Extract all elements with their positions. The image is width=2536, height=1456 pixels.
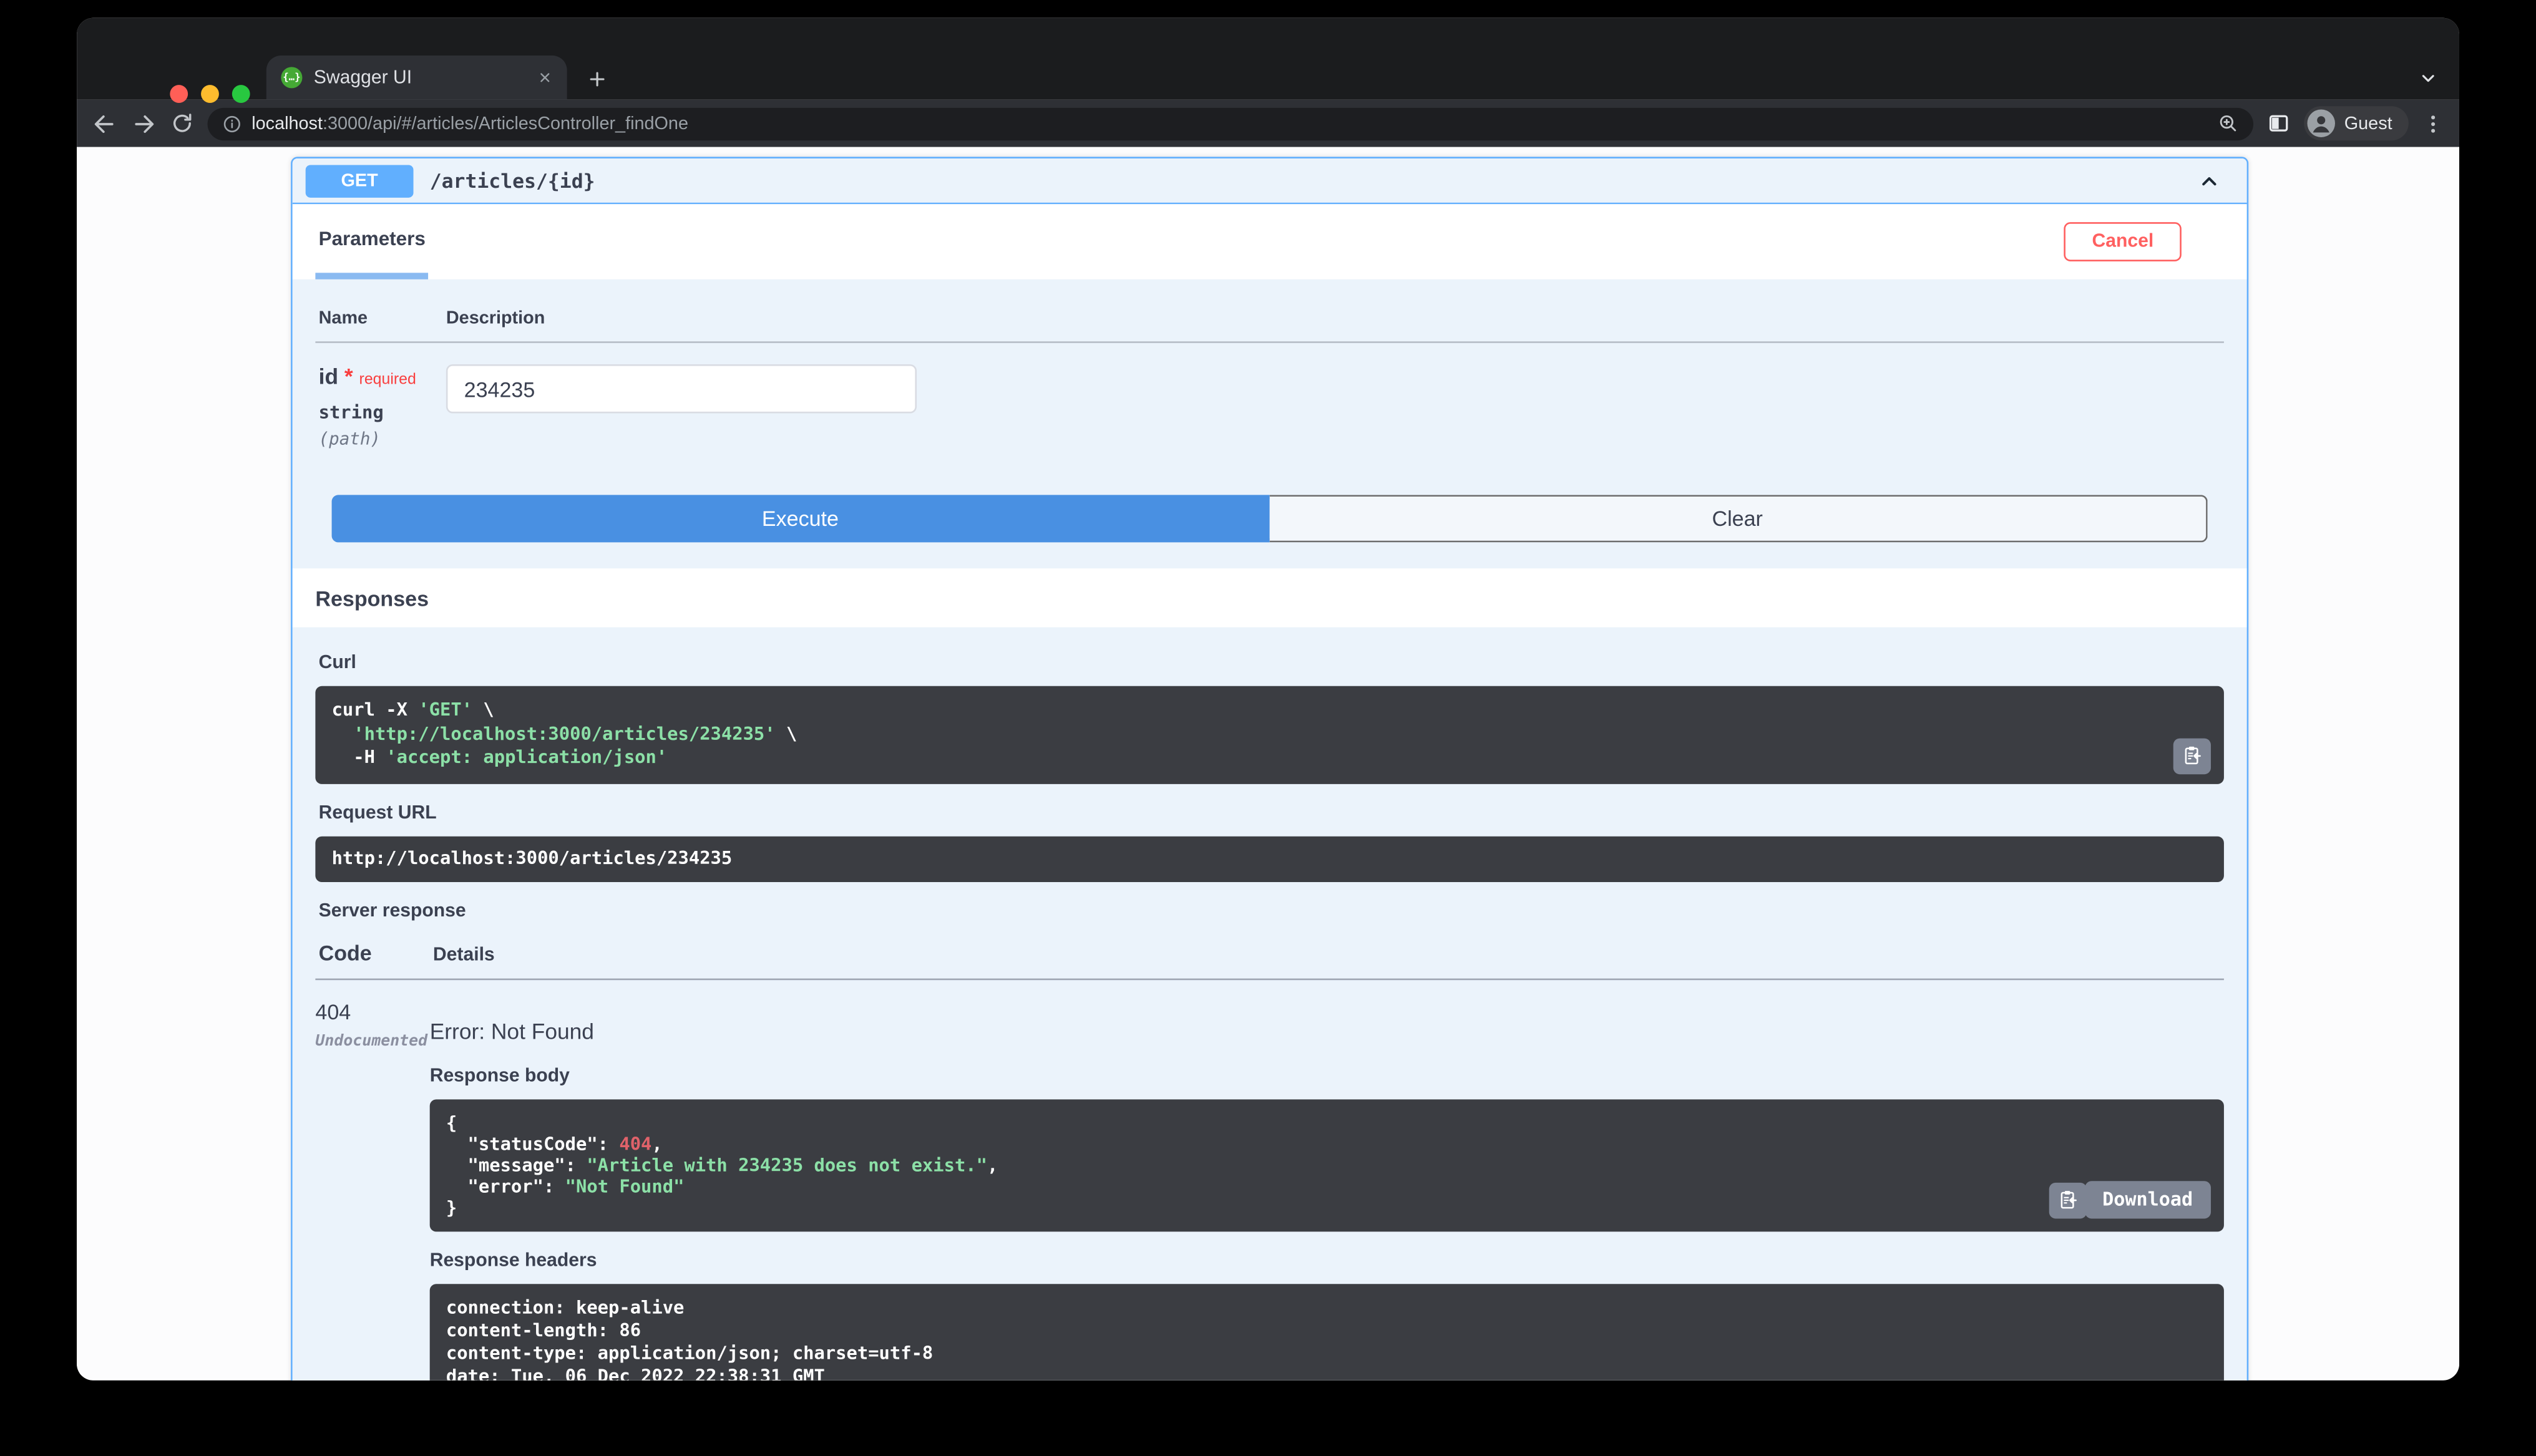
side-panel-icon[interactable] <box>2266 111 2290 135</box>
required-star: * <box>344 364 353 389</box>
operation-block: GET /articles/{id} Parameters Cancel Nam… <box>291 157 2249 1381</box>
clipboard-copy-icon <box>2060 1191 2077 1209</box>
operation-path: /articles/{id} <box>429 169 595 192</box>
fullscreen-window-button[interactable] <box>232 85 250 103</box>
undocumented-label: Undocumented <box>315 1031 428 1050</box>
profile-chip[interactable]: Guest <box>2303 106 2409 141</box>
required-label: required <box>359 371 416 389</box>
response-body-copy-button[interactable] <box>2049 1182 2087 1218</box>
responses-section-title: Responses <box>292 568 2247 628</box>
parameter-location: (path) <box>318 429 381 450</box>
response-details-cell: Error: Not Found Response body { "status… <box>429 999 2224 1381</box>
back-icon[interactable] <box>92 110 118 137</box>
parameter-meta: id * required string (path) <box>319 364 446 449</box>
close-window-button[interactable] <box>170 85 188 103</box>
curl-block: curl -X 'GET' \ 'http://localhost:3000/a… <box>315 686 2224 784</box>
parameter-description-cell <box>446 364 917 449</box>
response-body-block: { "statusCode": 404, "message": "Article… <box>429 1099 2224 1231</box>
code-column-header: Code <box>318 940 372 965</box>
parameter-type: string <box>318 402 384 424</box>
server-response-table-header: Code Details <box>315 937 2224 979</box>
operation-tab-bar: Parameters Cancel <box>292 204 2247 279</box>
browser-window: {…} Swagger UI localhost:3000/api/#/arti… <box>77 17 2459 1381</box>
avatar <box>2306 109 2335 137</box>
server-response-label: Server response <box>318 901 466 921</box>
url-host: localhost <box>251 113 323 133</box>
minimize-window-button[interactable] <box>201 85 219 103</box>
new-tab-icon[interactable] <box>587 69 608 90</box>
response-body-label: Response body <box>429 1065 570 1086</box>
parameter-row: id * required string (path) <box>315 343 2224 482</box>
response-headers-block: connection: keep-alive content-length: 86… <box>429 1283 2224 1381</box>
forward-icon[interactable] <box>130 110 157 137</box>
download-button[interactable]: Download <box>2084 1180 2211 1218</box>
response-code-cell: 404 Undocumented <box>315 999 429 1380</box>
reload-icon[interactable] <box>170 111 194 135</box>
request-url-label: Request URL <box>318 803 437 823</box>
parameters-section: Name Description id * required string (p… <box>292 279 2247 569</box>
collapse-chevron-up-icon[interactable] <box>2198 169 2221 192</box>
swagger-page: GET /articles/{id} Parameters Cancel Nam… <box>77 147 2459 1381</box>
person-icon <box>2312 116 2329 133</box>
browser-toolbar: localhost:3000/api/#/articles/ArticlesCo… <box>77 99 2459 147</box>
parameters-table-header: Name Description <box>315 279 2224 343</box>
curl-copy-button[interactable] <box>2173 737 2211 774</box>
parameter-name: id * required <box>318 364 416 389</box>
tab-strip: {…} Swagger UI <box>77 17 2459 103</box>
response-body-code: { "statusCode": 404, "message": "Article… <box>446 1111 998 1218</box>
response-headers-code: connection: keep-alive content-length: 86… <box>446 1296 934 1381</box>
curl-label: Curl <box>318 653 356 673</box>
tab-parameters[interactable]: Parameters <box>315 204 429 279</box>
param-id-input[interactable] <box>446 364 917 414</box>
url-text: localhost:3000/api/#/articles/ArticlesCo… <box>251 114 688 133</box>
execute-row: Execute Clear <box>315 482 2224 568</box>
execute-button[interactable]: Execute <box>331 495 1269 543</box>
search-zoom-icon[interactable] <box>2217 113 2238 134</box>
server-response-row: 404 Undocumented Error: Not Found Respon… <box>315 979 2224 1381</box>
response-status-code: 404 <box>315 999 351 1024</box>
name-column-header: Name <box>318 308 368 329</box>
url-path: :3000/api/#/articles/ArticlesController_… <box>322 113 688 133</box>
clipboard-copy-icon <box>2185 746 2201 765</box>
description-column-header: Description <box>446 308 545 329</box>
tab-title: Swagger UI <box>313 67 412 88</box>
screenshot-stage: {…} Swagger UI localhost:3000/api/#/arti… <box>0 0 2536 1456</box>
kebab-menu-icon[interactable] <box>2422 112 2445 135</box>
request-url-value: http://localhost:3000/articles/234235 <box>331 847 733 868</box>
profile-label: Guest <box>2344 113 2392 133</box>
details-column-header: Details <box>432 944 495 965</box>
response-headers-label: Response headers <box>429 1250 597 1270</box>
info-icon[interactable] <box>222 114 241 133</box>
tab-close-icon[interactable] <box>538 70 553 85</box>
clear-button[interactable]: Clear <box>1269 495 2208 543</box>
request-url-block: http://localhost:3000/articles/234235 <box>315 835 2224 881</box>
method-badge: GET <box>305 164 414 197</box>
browser-tab[interactable]: {…} Swagger UI <box>266 56 567 100</box>
swagger-favicon-icon: {…} <box>281 67 303 89</box>
cancel-button[interactable]: Cancel <box>2064 222 2182 261</box>
curl-command: curl -X 'GET' \ 'http://localhost:3000/a… <box>331 699 797 768</box>
traffic-lights <box>170 85 250 103</box>
responses-section: Curl curl -X 'GET' \ 'http://localhost:3… <box>292 627 2247 1381</box>
address-bar[interactable]: localhost:3000/api/#/articles/ArticlesCo… <box>207 107 2253 140</box>
operation-header[interactable]: GET /articles/{id} <box>292 158 2247 205</box>
tab-list-chevron-down-icon[interactable] <box>2419 69 2438 88</box>
response-details-text: Error: Not Found <box>429 1018 594 1043</box>
